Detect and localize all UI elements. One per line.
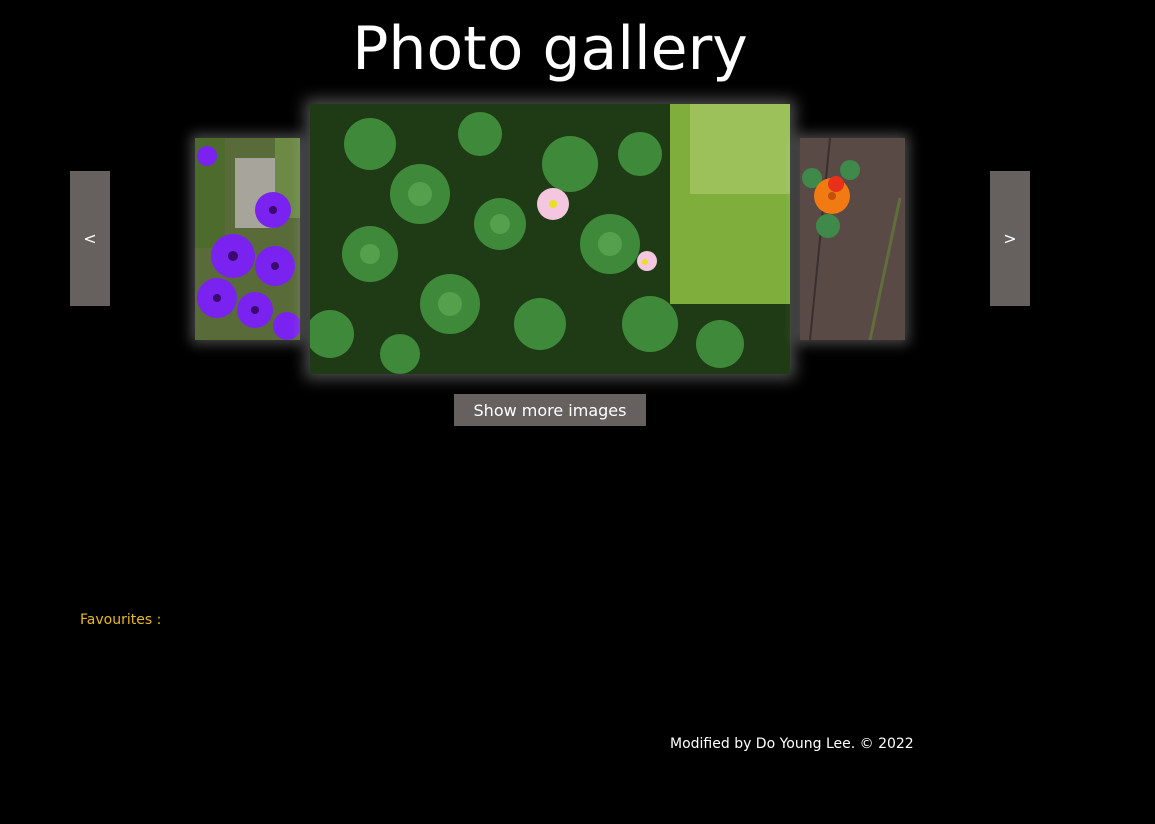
photo-clover[interactable]: [310, 104, 790, 374]
orange-flower-image: [800, 138, 905, 340]
clover-image: [310, 104, 790, 374]
next-button[interactable]: >: [990, 171, 1030, 306]
previous-button[interactable]: <: [70, 171, 110, 306]
photo-orange-flower[interactable]: [800, 138, 905, 340]
favourites-label: Favourites :: [80, 612, 162, 628]
page-title: Photo gallery: [352, 14, 748, 84]
purple-flowers-image: [195, 138, 300, 340]
show-more-images-button[interactable]: Show more images: [454, 394, 646, 426]
gallery-page: Photo gallery < > Show more images Favou…: [0, 0, 1155, 824]
photo-purple-flowers[interactable]: [195, 138, 300, 340]
footer-credit: Modified by Do Young Lee. © 2022: [670, 736, 914, 752]
